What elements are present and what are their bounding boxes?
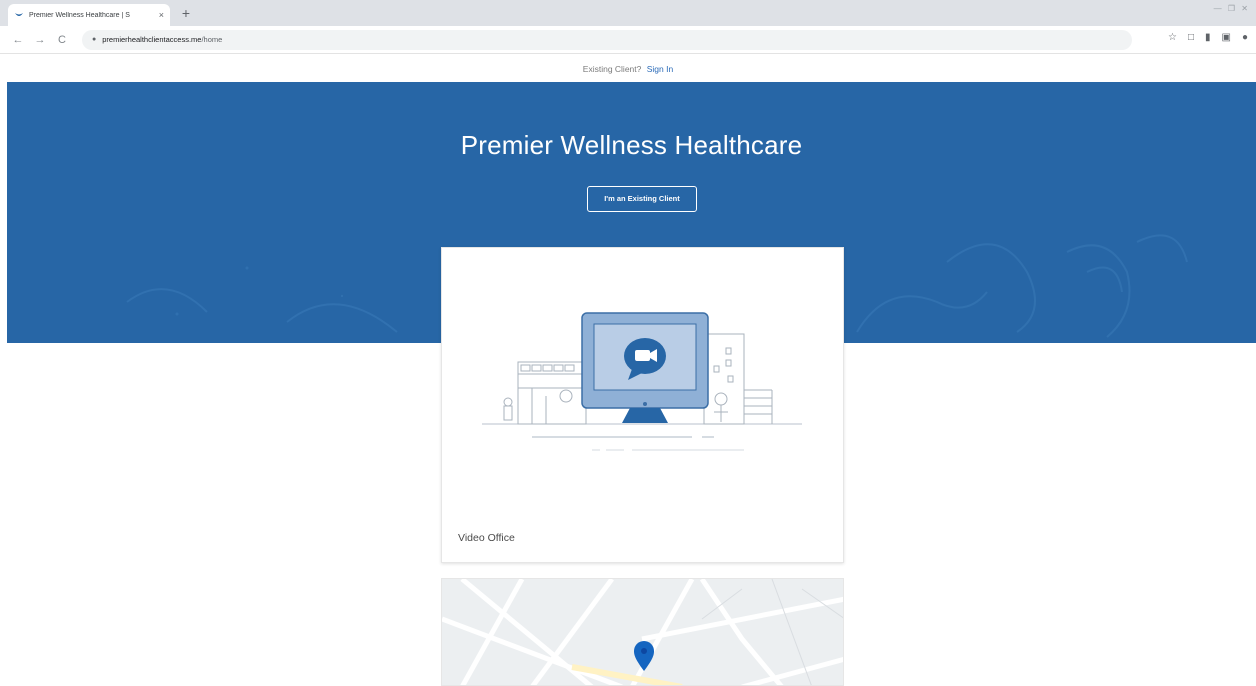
extension-icon[interactable]: ▮ <box>1205 32 1211 43</box>
reload-button[interactable]: C <box>54 32 70 48</box>
extension-icon[interactable]: □ <box>1188 32 1194 43</box>
star-icon[interactable]: ☆ <box>1168 32 1177 43</box>
existing-client-bar: Existing Client? Sign In <box>0 56 1256 82</box>
sign-in-link[interactable]: Sign In <box>647 64 673 74</box>
new-tab-button[interactable]: + <box>178 5 194 21</box>
menu-icon[interactable]: ● <box>1242 32 1248 43</box>
map-canvas <box>442 579 843 685</box>
lock-icon: ● <box>92 36 97 43</box>
window-controls[interactable]: — ❐ ✕ <box>1214 4 1250 13</box>
hero-title: Premier Wellness Healthcare <box>460 130 803 160</box>
toolbar-icons: ☆ □ ▮ ▣ ● <box>1168 32 1248 43</box>
location-map[interactable] <box>441 578 844 686</box>
close-tab-icon[interactable]: × <box>159 10 164 20</box>
url-path: /home <box>201 35 223 44</box>
browser-tab[interactable]: Premier Wellness Healthcare | S × <box>8 4 170 26</box>
tab-title: Premier Wellness Healthcare | S <box>29 11 130 19</box>
url-host: premierhealthclientaccess.me <box>102 35 202 44</box>
browser-tab-bar: Premier Wellness Healthcare | S × + — ❐ … <box>0 0 1256 26</box>
video-office-card[interactable]: Video Office <box>441 247 844 563</box>
address-bar[interactable]: ● premierhealthclientaccess.me /home <box>82 29 1132 50</box>
browser-toolbar: ← → C ● premierhealthclientaccess.me /ho… <box>0 26 1256 54</box>
extension-icon[interactable]: ▣ <box>1222 32 1231 43</box>
card-label: Video Office <box>458 532 515 544</box>
video-office-illustration <box>482 312 802 451</box>
favicon-icon <box>15 13 23 16</box>
existing-client-button[interactable]: I'm an Existing Client <box>587 186 697 212</box>
forward-button[interactable]: → <box>32 32 48 48</box>
existing-client-text: Existing Client? <box>582 64 642 74</box>
back-button[interactable]: ← <box>10 32 26 48</box>
